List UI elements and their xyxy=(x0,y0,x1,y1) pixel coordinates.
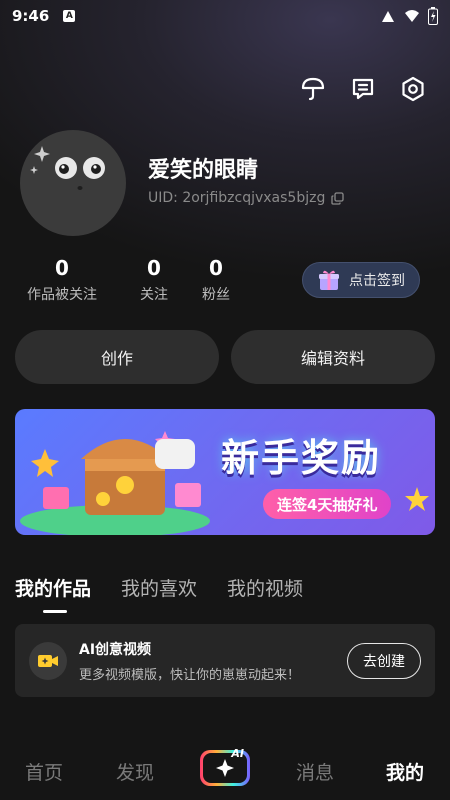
ai-video-icon-wrap xyxy=(29,641,67,680)
nav-ai-badge: AI xyxy=(231,747,244,760)
uid-text: UID: 2orjfibzcqjvxas5bjzg xyxy=(148,190,326,206)
newbie-reward-banner[interactable]: 新手奖励 连签4天抽好礼 xyxy=(15,409,435,535)
treasure-chest-illustration xyxy=(20,431,210,535)
stat-following[interactable]: 0 关注 xyxy=(112,256,196,304)
tab-my-works[interactable]: 我的作品 xyxy=(15,574,92,613)
nav-home[interactable]: 首页 xyxy=(25,758,63,785)
bottom-navigation: 首页 发现 AI 消息 我的 xyxy=(0,742,450,800)
stat-value: 0 xyxy=(209,256,223,280)
nav-discover[interactable]: 发现 xyxy=(116,758,154,785)
tab-active-indicator xyxy=(43,610,67,613)
copy-icon[interactable] xyxy=(331,191,344,205)
ai-card-title: AI创意视频 xyxy=(79,641,152,658)
stat-label: 关注 xyxy=(140,287,168,303)
avatar-face-icon xyxy=(30,146,105,190)
star-icon xyxy=(405,487,429,511)
umbrella-icon[interactable] xyxy=(298,74,328,104)
nav-ai-inner: AI xyxy=(203,747,247,783)
stat-value: 0 xyxy=(147,256,161,280)
video-camera-sparkle-icon xyxy=(38,654,58,667)
ai-card-texts: AI创意视频 更多视频模版，快让你的崽崽动起来！ xyxy=(79,639,300,683)
stat-value: 0 xyxy=(55,256,69,280)
sparkle-icon xyxy=(216,759,234,777)
go-create-button[interactable]: 去创建 xyxy=(347,642,421,679)
stat-fans[interactable]: 0 粉丝 xyxy=(196,256,236,304)
stat-work-followers[interactable]: 0 作品被关注 xyxy=(20,256,104,304)
status-indicators xyxy=(380,7,438,25)
message-square-icon[interactable] xyxy=(348,74,378,104)
profile-stats: 0 作品被关注 0 关注 0 粉丝 xyxy=(20,256,236,304)
signin-label: 点击签到 xyxy=(349,273,405,289)
tab-my-likes[interactable]: 我的喜欢 xyxy=(121,574,197,601)
stat-label: 粉丝 xyxy=(202,287,230,303)
edit-profile-button[interactable]: 编辑资料 xyxy=(231,330,435,384)
wifi-icon xyxy=(405,10,419,22)
status-notification-badge: A xyxy=(63,10,76,22)
tab-label: 我的视频 xyxy=(227,578,304,600)
content-tabs: 我的作品 我的喜欢 我的视频 xyxy=(15,574,303,613)
top-toolbar xyxy=(298,74,428,104)
ai-card-description: 更多视频模版，快让你的崽崽动起来！ xyxy=(79,667,301,683)
battery-icon xyxy=(428,7,438,25)
signin-button[interactable]: 点击签到 xyxy=(302,262,420,298)
tab-label: 我的作品 xyxy=(15,578,92,600)
create-button[interactable]: 创作 xyxy=(15,330,219,384)
tab-my-videos[interactable]: 我的视频 xyxy=(227,574,303,601)
ai-creative-video-card: AI创意视频 更多视频模版，快让你的崽崽动起来！ 去创建 xyxy=(15,624,435,697)
banner-title: 新手奖励 xyxy=(221,436,382,480)
banner-subtitle: 连签4天抽好礼 xyxy=(263,489,392,519)
avatar[interactable] xyxy=(20,130,126,236)
nav-ai-create-button[interactable]: AI xyxy=(200,747,250,786)
nav-mine[interactable]: 我的 xyxy=(386,758,424,785)
status-time: 9:46 xyxy=(12,7,50,25)
nav-messages[interactable]: 消息 xyxy=(296,758,334,785)
stat-label: 作品被关注 xyxy=(27,287,97,303)
settings-hexagon-icon[interactable] xyxy=(398,74,428,104)
username: 爱笑的眼睛 xyxy=(148,158,259,183)
tab-label: 我的喜欢 xyxy=(121,578,198,600)
gift-box-icon xyxy=(319,270,339,290)
cellular-signal-icon xyxy=(382,11,394,22)
uid-row: UID: 2orjfibzcqjvxas5bjzg xyxy=(148,190,344,206)
status-bar: 9:46 A xyxy=(0,0,450,32)
